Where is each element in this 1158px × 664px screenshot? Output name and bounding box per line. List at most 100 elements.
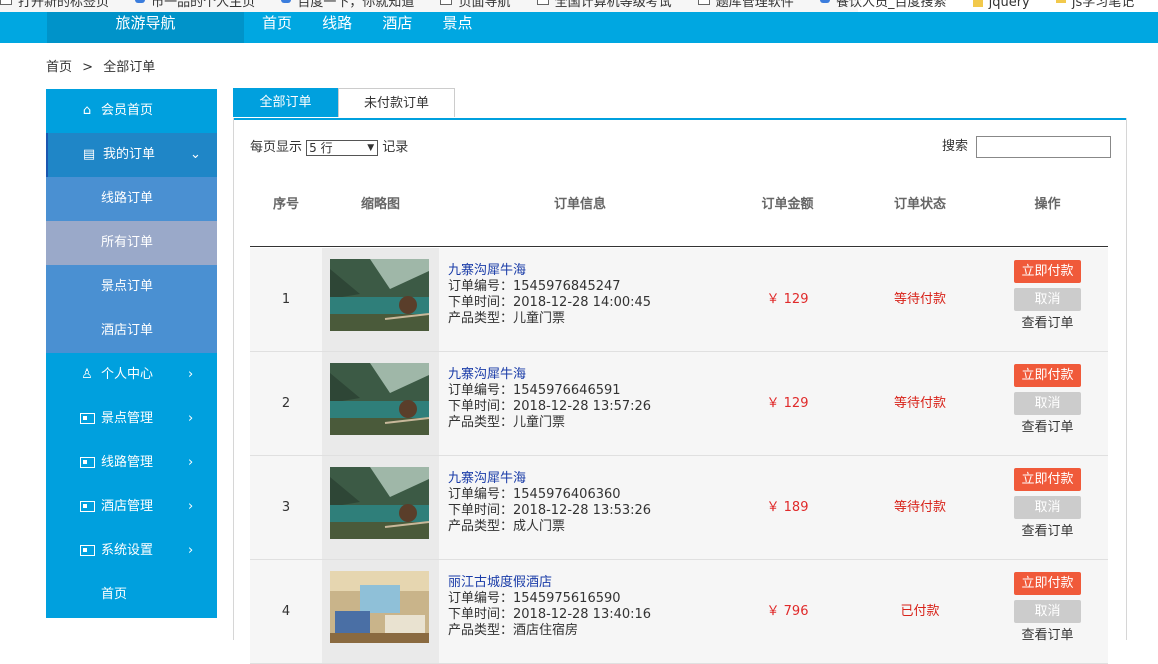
col-header-index: 序号 (272, 197, 299, 212)
pay-now-button[interactable]: 立即付款 (1014, 468, 1081, 491)
top-navbar: 旅游导航 首页 线路 酒店 景点 (0, 12, 1158, 43)
cancel-button[interactable]: 取消 (1014, 600, 1081, 623)
breadcrumb: 首页 > 全部订单 (46, 56, 161, 75)
card-icon (80, 441, 95, 485)
table-header: 序号 缩略图 订单信息 订单金额 订单状态 操作 (250, 160, 1108, 247)
table-row: 1 九寨沟犀牛海 订单编号：1545976845247 下单时间：2018-12… (250, 248, 1108, 352)
dropdown-caret-icon: ▼ (367, 142, 375, 153)
chevron-right-icon: › (188, 367, 194, 382)
chevron-down-icon: ⌄ (190, 147, 201, 162)
baidu-icon (135, 0, 146, 3)
lake-thumbnail-image[interactable] (330, 467, 429, 539)
order-actions: 立即付款 取消 查看订单 (1014, 364, 1081, 436)
nav-link-attractions[interactable]: 景点 (442, 12, 472, 34)
page-size-control: 每页显示 5 行 ▼ 记录 (250, 136, 408, 156)
page-icon (440, 0, 453, 5)
bookmark-item[interactable]: 百度一下，你就知道 (281, 0, 414, 10)
sidebar-item-attraction-mgmt[interactable]: 景点管理 › (46, 397, 217, 441)
order-actions: 立即付款 取消 查看订单 (1014, 572, 1081, 644)
product-name-link[interactable]: 九寨沟犀牛海 (448, 263, 651, 279)
bookmark-item[interactable]: 餐饮人员_百度搜索 (819, 0, 946, 10)
folder-icon (1055, 0, 1066, 3)
order-actions: 立即付款 取消 查看订单 (1014, 468, 1081, 540)
row-index: 2 (281, 396, 291, 411)
sidebar-item-personal-center[interactable]: ♙ 个人中心 › (46, 353, 217, 397)
breadcrumb-home[interactable]: 首页 (46, 60, 72, 75)
bookmark-item[interactable]: 全国计算机等级考试 (536, 0, 672, 10)
lake-thumbnail-image[interactable] (330, 259, 429, 331)
order-time: 下单时间：2018-12-28 13:40:16 (448, 607, 652, 622)
order-info: 丽江古城度假酒店 订单编号：1545975616590 下单时间：2018-12… (448, 575, 651, 639)
bookmark-folder[interactable]: jquery (972, 0, 1030, 10)
bookmark-item[interactable]: 题库管理软件 (697, 0, 794, 10)
table-row: 3 九寨沟犀牛海 订单编号：1545976406360 下单时间：2018-12… (250, 456, 1108, 560)
product-name-link[interactable]: 九寨沟犀牛海 (448, 471, 651, 487)
cancel-button[interactable]: 取消 (1014, 288, 1081, 311)
product-name-link[interactable]: 丽江古城度假酒店 (448, 575, 651, 591)
pay-now-button[interactable]: 立即付款 (1014, 364, 1081, 387)
sidebar-item-system-settings[interactable]: 系统设置 › (46, 529, 217, 573)
chevron-right-icon: › (188, 455, 194, 470)
view-order-link[interactable]: 查看订单 (1021, 316, 1073, 331)
sidebar-item-hotel-orders[interactable]: 酒店订单 (46, 309, 217, 353)
tab-unpaid-orders[interactable]: 未付款订单 (338, 88, 455, 117)
card-icon (80, 485, 95, 529)
pay-now-button[interactable]: 立即付款 (1014, 260, 1081, 283)
order-number: 订单编号：1545976845247 (448, 279, 621, 294)
chevron-right-icon: › (188, 543, 194, 558)
search-control: 搜索 (942, 135, 1112, 158)
order-status: 等待付款 (893, 500, 946, 515)
sidebar-item-my-orders[interactable]: ▤ 我的订单 ⌄ (46, 133, 217, 177)
baidu-icon (281, 0, 292, 3)
chevron-right-icon: › (188, 411, 194, 426)
view-order-link[interactable]: 查看订单 (1021, 628, 1073, 643)
bookmark-item[interactable]: 打开新的标签页 (0, 0, 109, 10)
user-icon: ♙ (81, 367, 93, 382)
sidebar-item-route-orders[interactable]: 线路订单 (46, 177, 217, 221)
product-type: 产品类型：儿童门票 (448, 415, 566, 430)
hotel-thumbnail-image[interactable] (330, 571, 429, 643)
sidebar: ⌂ 会员首页 ▤ 我的订单 ⌄ 线路订单 所有订单 景点订单 酒店订单 ♙ 个人… (46, 89, 217, 618)
order-time: 下单时间：2018-12-28 14:00:45 (448, 295, 652, 310)
search-input[interactable] (976, 135, 1112, 158)
bookmark-item[interactable]: 页面导航 (440, 0, 510, 10)
document-icon: ▤ (82, 147, 96, 162)
bookmark-folder[interactable]: js学习笔记 (1055, 0, 1134, 10)
thumbnail-cell (322, 456, 439, 559)
bookmark-item[interactable]: 市一品的个人主页 (135, 0, 255, 10)
cancel-button[interactable]: 取消 (1014, 392, 1081, 415)
order-time: 下单时间：2018-12-28 13:57:26 (448, 399, 652, 414)
card-icon (80, 397, 95, 441)
sidebar-item-member-home[interactable]: ⌂ 会员首页 (46, 89, 217, 133)
row-index: 1 (281, 292, 291, 307)
nav-link-routes[interactable]: 线路 (322, 12, 352, 34)
home-icon: ⌂ (82, 103, 92, 118)
tab-all-orders[interactable]: 全部订单 (233, 88, 338, 117)
brand-title[interactable]: 旅游导航 (47, 12, 244, 43)
product-type: 产品类型：儿童门票 (448, 311, 566, 326)
pay-now-button[interactable]: 立即付款 (1014, 572, 1081, 595)
records-label: 记录 (382, 140, 409, 155)
sidebar-item-home[interactable]: 首页 (46, 573, 217, 617)
cancel-button[interactable]: 取消 (1014, 496, 1081, 519)
row-index: 3 (281, 500, 291, 515)
product-type: 产品类型：酒店住宿房 (448, 623, 579, 638)
view-order-link[interactable]: 查看订单 (1021, 524, 1073, 539)
product-name-link[interactable]: 九寨沟犀牛海 (448, 367, 651, 383)
thumbnail-cell (322, 560, 439, 663)
order-amount: ￥ 796 (766, 604, 809, 619)
view-order-link[interactable]: 查看订单 (1021, 420, 1073, 435)
order-info: 九寨沟犀牛海 订单编号：1545976406360 下单时间：2018-12-2… (448, 471, 651, 535)
sidebar-item-hotel-mgmt[interactable]: 酒店管理 › (46, 485, 217, 529)
page-size-select[interactable]: 5 行 ▼ (306, 139, 379, 156)
sidebar-item-attraction-orders[interactable]: 景点订单 (46, 265, 217, 309)
nav-link-home[interactable]: 首页 (262, 12, 292, 34)
nav-link-hotels[interactable]: 酒店 (382, 12, 412, 34)
col-header-actions: 操作 (1034, 197, 1061, 212)
breadcrumb-current: 全部订单 (103, 60, 156, 75)
sidebar-item-route-mgmt[interactable]: 线路管理 › (46, 441, 217, 485)
sidebar-item-all-orders[interactable]: 所有订单 (46, 221, 217, 265)
page-icon (536, 0, 549, 5)
table-row: 4 丽江古城度假酒店 订单编号：1545975616590 下单时间：2018-… (250, 560, 1108, 664)
lake-thumbnail-image[interactable] (330, 363, 429, 435)
